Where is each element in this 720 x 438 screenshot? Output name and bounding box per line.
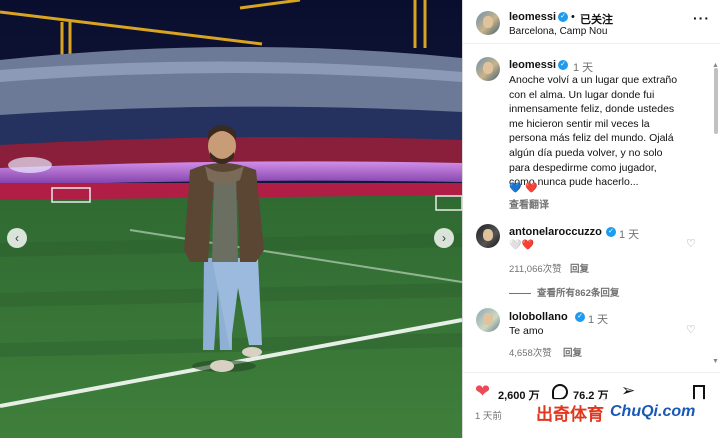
- post-sidebar: leomessi ✓ • 已关注 Barcelona, Camp Nou ···…: [462, 0, 720, 438]
- bookmark-icon[interactable]: [693, 385, 705, 400]
- comment-like-count[interactable]: 211,066次赞: [509, 261, 562, 275]
- comment-text: Te amo: [509, 325, 544, 337]
- caption-line: con el alma. Un lugar donde fui: [509, 88, 655, 101]
- reply-button[interactable]: 回复: [563, 345, 582, 359]
- author-username[interactable]: leomessi: [509, 11, 556, 23]
- verified-icon: ✓: [558, 60, 568, 70]
- verified-icon: ✓: [558, 12, 568, 22]
- scroll-down-icon[interactable]: ▼: [712, 358, 719, 365]
- verified-icon: ✓: [575, 312, 585, 322]
- comment-username[interactable]: antonelaroccuzzo: [509, 226, 602, 238]
- previous-button[interactable]: ‹: [7, 228, 27, 248]
- comment-avatar[interactable]: [476, 224, 500, 248]
- watermark: 出奇体育 ChuQi.com: [532, 399, 720, 425]
- scroll-thumb[interactable]: [714, 68, 718, 134]
- stadium-photo: [0, 0, 462, 438]
- red-heart-emoji: ❤️: [525, 183, 538, 194]
- caption-text: Anoche volví a un lugar que extraño con …: [509, 73, 677, 190]
- comment-time: 1 天: [619, 229, 640, 241]
- comment-like-heart-icon[interactable]: ♡: [686, 323, 696, 336]
- location-link[interactable]: Barcelona, Camp Nou: [509, 26, 607, 37]
- dot-separator: •: [571, 11, 575, 23]
- post-photo: ‹ ›: [0, 0, 462, 438]
- view-replies-link[interactable]: 查看所有862条回复: [509, 285, 619, 299]
- comment-like-heart-icon[interactable]: ♡: [686, 237, 696, 250]
- caption-avatar[interactable]: [476, 57, 500, 81]
- follow-status-button[interactable]: 已关注: [580, 11, 613, 27]
- replies-rule: [509, 292, 531, 294]
- comment-username[interactable]: lolobollano: [509, 311, 568, 323]
- comment-time: 1 天: [588, 314, 609, 326]
- post-header: leomessi ✓ • 已关注 Barcelona, Camp Nou ···: [463, 0, 720, 44]
- comments-scrollbar[interactable]: ▲ ▼: [712, 62, 719, 367]
- caption-line: persona más feliz del mundo. Ojalá: [509, 132, 674, 145]
- instagram-post-viewer: ‹ › leomessi ✓ • 已关注 Barcelona, Camp Nou…: [0, 0, 720, 438]
- caption-line: algún día pueda volver, y no solo: [509, 146, 663, 159]
- comment-text: 🤍❤️: [509, 240, 534, 251]
- heart-icon[interactable]: ❤: [475, 382, 490, 400]
- avatar[interactable]: [476, 11, 500, 35]
- next-button[interactable]: ›: [434, 228, 454, 248]
- caption-line: inmensamente feliz, donde ustedes: [509, 103, 675, 116]
- caption-line: me hicieron sentir mil veces la: [509, 117, 650, 130]
- comment-avatar[interactable]: [476, 308, 500, 332]
- caption-line: Anoche volví a un lugar que extraño: [509, 74, 678, 86]
- watermark-cn: 出奇体育: [536, 404, 604, 425]
- see-translation-link[interactable]: 查看翻译: [509, 196, 549, 211]
- watermark-en: ChuQi.com: [610, 403, 696, 420]
- more-icon[interactable]: ···: [693, 10, 710, 26]
- chevron-left-icon: ‹: [15, 231, 19, 245]
- share-icon[interactable]: ➢: [621, 382, 635, 399]
- comment-icon[interactable]: [552, 384, 568, 400]
- caption-line: para despedirme como jugador,: [509, 161, 657, 174]
- blue-heart-emoji: 💙: [509, 183, 522, 194]
- view-replies-label: 查看所有862条回复: [537, 288, 620, 299]
- caption-username[interactable]: leomessi: [509, 59, 556, 71]
- reply-button[interactable]: 回复: [570, 261, 589, 275]
- post-time: 1 天前: [475, 411, 502, 422]
- comment-like-count[interactable]: 4,658次赞: [509, 345, 552, 359]
- verified-icon: ✓: [606, 227, 616, 237]
- chevron-right-icon: ›: [442, 231, 446, 245]
